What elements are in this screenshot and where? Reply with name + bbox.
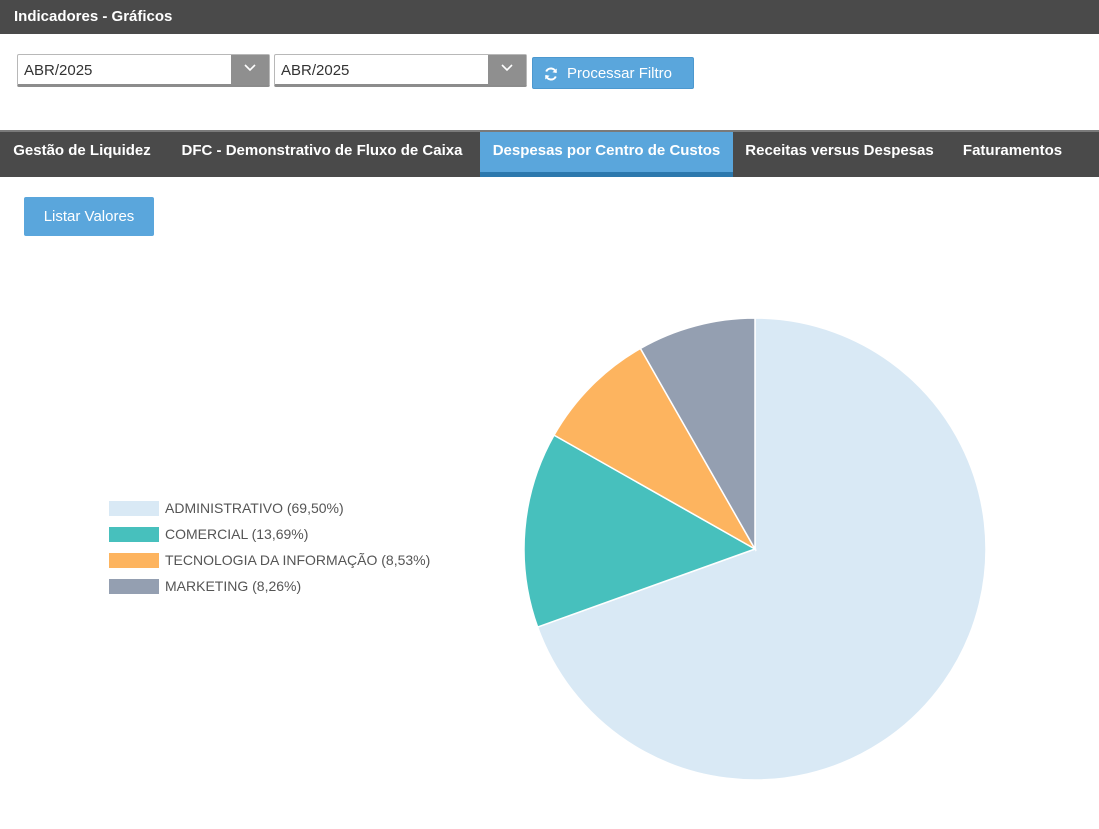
chevron-down-icon[interactable] <box>231 55 269 85</box>
tab-despesas-centro-custos[interactable]: Despesas por Centro de Custos <box>480 132 733 177</box>
legend-label: MARKETING (8,26%) <box>165 578 302 594</box>
process-filter-label: Processar Filtro <box>567 65 673 82</box>
list-values-button[interactable]: Listar Valores <box>24 197 154 236</box>
legend-label: TECNOLOGIA DA INFORMAÇÃO (8,53%) <box>165 552 431 568</box>
legend-label: COMERCIAL (13,69%) <box>165 526 309 542</box>
start-period-select[interactable]: ABR/2025 <box>17 54 270 87</box>
tab-dfc[interactable]: DFC - Demonstrativo de Fluxo de Caixa <box>164 132 480 177</box>
window-title: Indicadores - Gráficos <box>0 0 1099 34</box>
legend-swatch <box>109 579 159 594</box>
tab-faturamentos[interactable]: Faturamentos <box>946 132 1079 177</box>
end-period-value: ABR/2025 <box>281 62 350 79</box>
tab-gestao-liquidez[interactable]: Gestão de Liquidez <box>0 132 164 177</box>
chevron-down-icon[interactable] <box>488 55 526 85</box>
legend-swatch <box>109 553 159 568</box>
legend-label: ADMINISTRATIVO (69,50%) <box>165 500 344 516</box>
process-filter-button[interactable]: Processar Filtro <box>532 57 694 89</box>
start-period-value: ABR/2025 <box>24 62 93 79</box>
legend-swatch <box>109 527 159 542</box>
pie-chart <box>523 317 987 781</box>
refresh-icon <box>543 66 559 86</box>
end-period-select[interactable]: ABR/2025 <box>274 54 527 87</box>
tab-bar: Gestão de Liquidez DFC - Demonstrativo d… <box>0 130 1099 177</box>
tab-receitas-despesas[interactable]: Receitas versus Despesas <box>733 132 946 177</box>
legend-swatch <box>109 501 159 516</box>
